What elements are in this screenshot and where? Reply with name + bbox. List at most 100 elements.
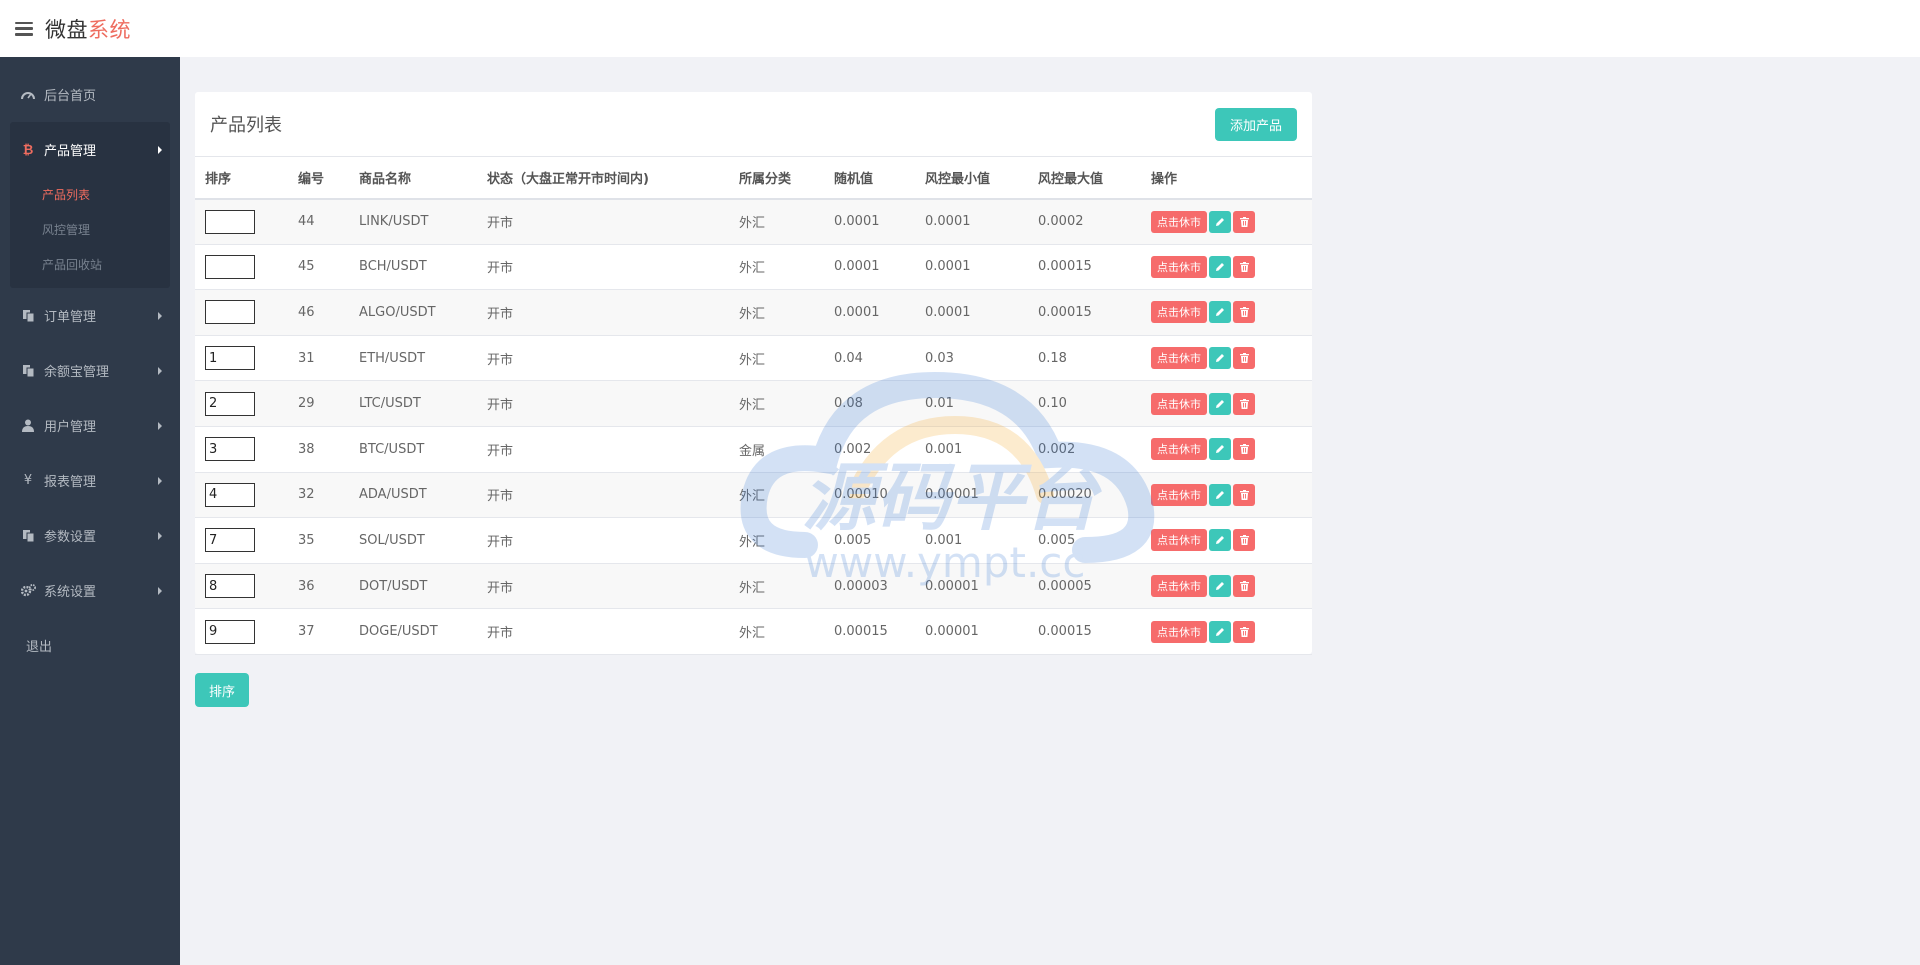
- actions-cell: 点击休市: [1141, 289, 1312, 336]
- sidebar-subitem-product-list[interactable]: 产品列表: [10, 177, 170, 212]
- random-cell: 0.08: [824, 380, 915, 427]
- close-market-button[interactable]: 点击休市: [1151, 347, 1207, 370]
- max-cell: 0.00015: [1028, 289, 1141, 336]
- delete-button[interactable]: [1233, 438, 1255, 461]
- sidebar-item-logout[interactable]: 退出: [0, 618, 180, 673]
- name-cell: LTC/USDT: [349, 380, 477, 427]
- edit-button[interactable]: [1209, 620, 1231, 643]
- trash-icon: [1239, 216, 1249, 227]
- edit-button[interactable]: [1209, 529, 1231, 552]
- category-cell: 外汇: [729, 472, 824, 519]
- pencil-icon: [1216, 445, 1224, 454]
- sort-order-input[interactable]: [205, 300, 255, 325]
- actions-cell: 点击休市: [1141, 244, 1312, 291]
- top-bar: 微盘系统: [0, 0, 1920, 57]
- trash-icon: [1239, 489, 1249, 500]
- sort-order-input[interactable]: [205, 619, 255, 644]
- sidebar-subitem-risk-control[interactable]: 风控管理: [10, 212, 170, 247]
- sidebar-item-products[interactable]: ₿ 产品管理: [10, 122, 170, 177]
- menu-toggle-icon[interactable]: [15, 21, 33, 36]
- max-cell: 0.18: [1028, 335, 1141, 382]
- sort-order-input[interactable]: [205, 574, 255, 599]
- table-row: 29LTC/USDT开市外汇0.080.010.10 点击休市: [195, 380, 1312, 427]
- sidebar-item-users[interactable]: 用户管理: [0, 398, 180, 453]
- table-row: 38BTC/USDT开市金属0.0020.0010.002点击休市: [195, 426, 1312, 473]
- sort-submit-button[interactable]: 排序: [195, 673, 249, 707]
- status-cell: 开市: [477, 198, 729, 245]
- delete-button[interactable]: [1233, 255, 1255, 278]
- table-row: 31ETH/USDT开市外汇0.040.030.18 点击休市: [195, 335, 1312, 382]
- edit-button[interactable]: [1209, 255, 1231, 278]
- id-cell: 31: [288, 335, 349, 382]
- delete-button[interactable]: [1233, 620, 1255, 643]
- random-cell: 0.00010: [824, 472, 915, 519]
- chevron-right-icon: [158, 311, 162, 320]
- sort-cell: [195, 517, 288, 564]
- bitcoin-icon: ₿: [22, 142, 34, 158]
- name-cell: SOL/USDT: [349, 517, 477, 564]
- max-cell: 0.00015: [1028, 244, 1141, 291]
- close-market-button[interactable]: 点击休市: [1151, 438, 1207, 461]
- close-market-button[interactable]: 点击休市: [1151, 620, 1207, 643]
- add-product-button[interactable]: 添加产品: [1215, 107, 1297, 141]
- sort-order-input[interactable]: [205, 209, 255, 234]
- max-cell: 0.00015: [1028, 608, 1141, 655]
- table-header-row: 排序 编号 商品名称 状态（大盘正常开市时间内) 所属分类 随机值 风控最小值 …: [195, 156, 1312, 200]
- close-market-button[interactable]: 点击休市: [1151, 392, 1207, 415]
- trash-icon: [1239, 398, 1249, 409]
- close-market-button[interactable]: 点击休市: [1151, 210, 1207, 233]
- sidebar-item-reports[interactable]: ¥ 报表管理: [0, 453, 180, 508]
- edit-button[interactable]: [1209, 575, 1231, 598]
- sidebar-item-orders[interactable]: 订单管理: [0, 288, 180, 343]
- pencil-icon: [1216, 354, 1224, 363]
- dashboard-icon: [20, 87, 36, 103]
- table-row: 46 ALGO/USDT 开市 外汇 0.0001 0.0001 0.00015 点击休市: [195, 289, 1312, 336]
- id-cell: 32: [288, 472, 349, 519]
- column-header-name: 商品名称: [349, 156, 477, 200]
- delete-button[interactable]: [1233, 483, 1255, 506]
- copy-icon: [20, 308, 36, 324]
- close-market-button[interactable]: 点击休市: [1151, 301, 1207, 324]
- close-market-button[interactable]: 点击休市: [1151, 529, 1207, 552]
- delete-button[interactable]: [1233, 529, 1255, 552]
- close-market-button[interactable]: 点击休市: [1151, 575, 1207, 598]
- delete-button[interactable]: [1233, 210, 1255, 233]
- close-market-button[interactable]: 点击休市: [1151, 255, 1207, 278]
- column-header-random: 随机值: [824, 156, 915, 200]
- close-market-button[interactable]: 点击休市: [1151, 483, 1207, 506]
- edit-button[interactable]: [1209, 347, 1231, 370]
- sort-order-input[interactable]: [205, 437, 255, 462]
- edit-button[interactable]: [1209, 438, 1231, 461]
- delete-button[interactable]: [1233, 347, 1255, 370]
- sort-order-input[interactable]: [205, 254, 255, 279]
- sort-order-input[interactable]: [205, 346, 255, 371]
- sidebar-item-dashboard[interactable]: 后台首页: [0, 67, 180, 122]
- random-cell: 0.00015: [824, 608, 915, 655]
- trash-icon: [1239, 626, 1249, 637]
- category-cell: 外汇: [729, 289, 824, 336]
- table-row: 37DOGE/USDT开市外汇0.000150.000010.00015点击休市: [195, 608, 1312, 655]
- category-cell: 外汇: [729, 244, 824, 291]
- edit-button[interactable]: [1209, 392, 1231, 415]
- edit-button[interactable]: [1209, 483, 1231, 506]
- delete-button[interactable]: [1233, 301, 1255, 324]
- sidebar-item-system[interactable]: 系统设置: [0, 563, 180, 618]
- sidebar-item-yuebao[interactable]: 余额宝管理: [0, 343, 180, 398]
- sidebar-item-params[interactable]: 参数设置: [0, 508, 180, 563]
- status-cell: 开市: [477, 608, 729, 655]
- actions-cell: 点击休市: [1141, 472, 1312, 519]
- sidebar-subitem-recycle-bin[interactable]: 产品回收站: [10, 247, 170, 282]
- sort-order-input[interactable]: [205, 391, 255, 416]
- delete-button[interactable]: [1233, 575, 1255, 598]
- column-header-category: 所属分类: [729, 156, 824, 200]
- edit-button[interactable]: [1209, 210, 1231, 233]
- status-cell: 开市: [477, 563, 729, 610]
- sort-order-input[interactable]: [205, 482, 255, 507]
- sort-order-input[interactable]: [205, 528, 255, 553]
- edit-button[interactable]: [1209, 301, 1231, 324]
- status-cell: 开市: [477, 517, 729, 564]
- delete-button[interactable]: [1233, 392, 1255, 415]
- min-cell: 0.001: [915, 426, 1028, 473]
- brand-title: 微盘系统: [45, 17, 131, 42]
- name-cell: LINK/USDT: [349, 198, 477, 245]
